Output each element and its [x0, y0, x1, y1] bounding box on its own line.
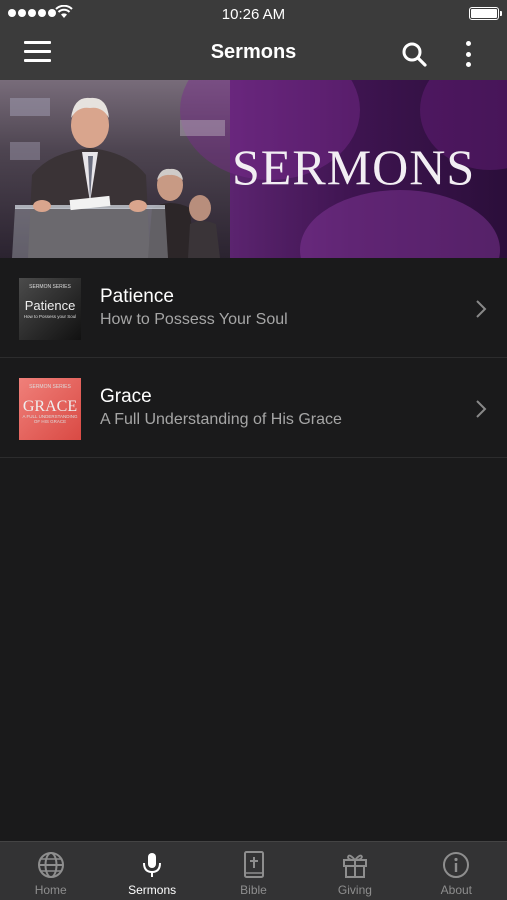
sermon-title: Grace	[100, 386, 152, 407]
list-item[interactable]: SERMON SERIES Patience How to Possess yo…	[0, 258, 507, 358]
tab-giving[interactable]: Giving	[304, 842, 405, 900]
tab-label: Home	[34, 883, 67, 897]
list-item[interactable]: SERMON SERIES GRACE A FULL UNDERSTANDING…	[0, 358, 507, 458]
bible-icon	[243, 851, 264, 878]
tab-label: Sermons	[128, 883, 177, 897]
tab-label: Giving	[337, 883, 372, 897]
preacher-photo	[10, 97, 225, 258]
banner-title: SERMONS	[232, 139, 476, 195]
status-bar: 10:26 AM	[0, 0, 507, 28]
sermons-banner: SERMONS	[0, 80, 507, 258]
tab-sermons[interactable]: Sermons	[101, 842, 202, 900]
tab-about[interactable]: About	[406, 842, 507, 900]
gift-icon	[342, 854, 367, 878]
tab-label: About	[440, 883, 472, 897]
tab-label: Bible	[240, 883, 267, 897]
more-options-icon[interactable]	[460, 39, 476, 69]
chevron-right-icon	[476, 300, 487, 318]
nav-bar: Sermons	[0, 28, 507, 80]
sermon-thumbnail: SERMON SERIES Patience How to Possess yo…	[19, 278, 81, 340]
chevron-right-icon	[476, 400, 487, 418]
microphone-icon	[143, 853, 162, 877]
tab-home[interactable]: Home	[0, 842, 101, 900]
tab-bar: Home Sermons Bible Giving About	[0, 841, 507, 900]
sermon-subtitle: A Full Understanding of His Grace	[100, 411, 342, 428]
sermon-subtitle: How to Possess Your Soul	[100, 311, 288, 328]
globe-icon	[37, 852, 64, 878]
search-icon[interactable]	[400, 40, 428, 68]
sermon-thumbnail: SERMON SERIES GRACE A FULL UNDERSTANDING…	[19, 378, 81, 440]
sermon-title: Patience	[100, 286, 174, 307]
info-icon	[443, 852, 470, 878]
status-time: 10:26 AM	[221, 6, 286, 23]
page-title: Sermons	[210, 41, 297, 63]
tab-bible[interactable]: Bible	[203, 842, 304, 900]
battery-icon	[469, 7, 502, 20]
sermon-list: SERMON SERIES Patience How to Possess yo…	[0, 258, 507, 458]
